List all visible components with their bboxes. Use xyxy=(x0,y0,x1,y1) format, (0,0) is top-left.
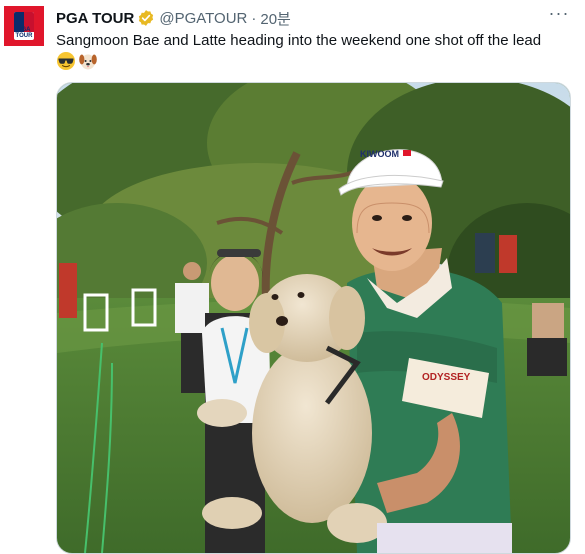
account-handle[interactable]: @PGATOUR xyxy=(159,10,247,27)
sunglasses-face-emoji xyxy=(57,52,75,70)
tweet-text: Sangmoon Bae and Latte heading into the … xyxy=(56,32,542,49)
photo-golfer-with-dog: ODYSSEY KIWOOM xyxy=(57,83,570,553)
gold-verified-badge-icon[interactable] xyxy=(137,9,155,27)
tweet-timestamp[interactable]: 20분 xyxy=(260,8,291,29)
tweet-media-photo[interactable]: ODYSSEY KIWOOM xyxy=(56,82,571,554)
tweet-header: PGA TOUR @PGATOUR · 20분 xyxy=(56,8,291,28)
pga-tour-avatar[interactable]: PGA TOUR xyxy=(2,4,46,48)
separator-dot: · xyxy=(251,9,257,27)
sleeve-logo-text: ODYSSEY xyxy=(422,372,471,383)
pga-tour-logo: PGA TOUR xyxy=(4,6,44,46)
tweet-emojis xyxy=(56,51,98,71)
cap-logo-text: KIWOOM xyxy=(360,149,399,159)
account-name[interactable]: PGA TOUR xyxy=(56,10,134,27)
more-options-icon[interactable]: ··· xyxy=(547,4,571,26)
dog-face-emoji xyxy=(79,54,97,70)
logo-text: PGA TOUR xyxy=(15,27,33,39)
